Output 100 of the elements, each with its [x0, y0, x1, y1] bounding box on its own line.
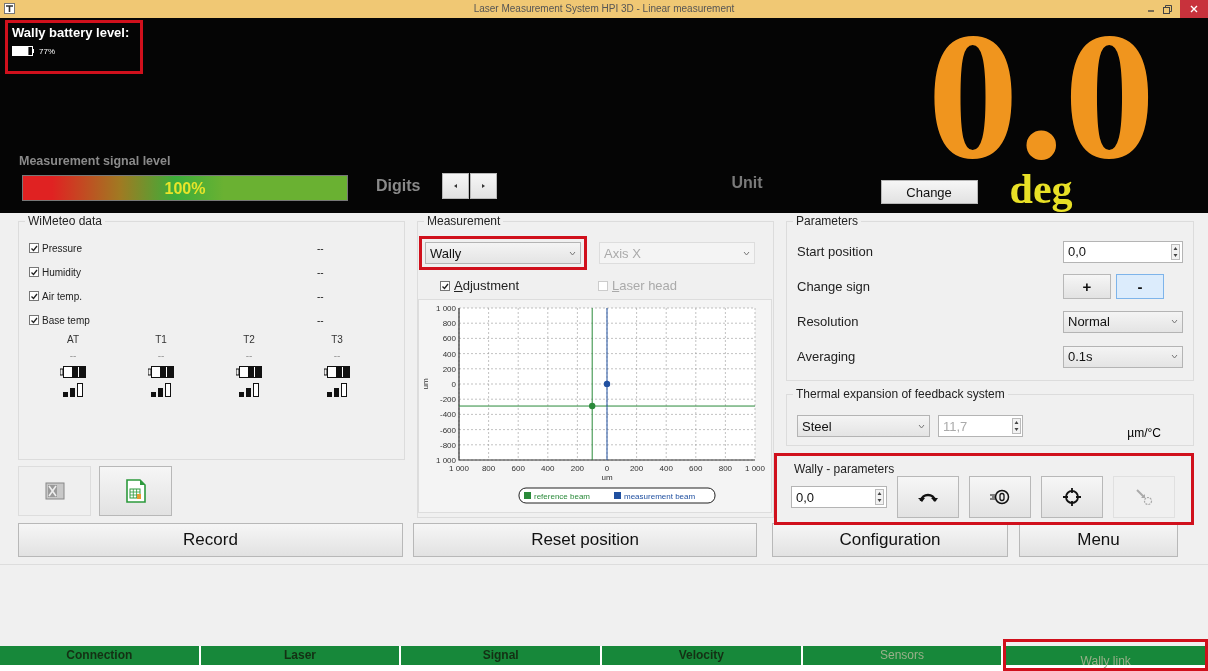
battery-label: Wally battery level: — [12, 25, 131, 40]
axis-tick-label: 200 — [629, 464, 644, 473]
digits-label: Digits — [376, 177, 421, 195]
sensor-value: -- — [157, 350, 165, 361]
action-button[interactable]: Menu — [1019, 523, 1178, 557]
measurement-value: 0.0 — [927, 26, 1156, 168]
checkbox[interactable] — [440, 280, 450, 291]
axis-tick-label: 0 — [604, 464, 610, 473]
action-button[interactable]: Reset position — [413, 523, 757, 557]
tool-button[interactable] — [969, 476, 1031, 518]
axis-tick-label: 1 000 — [435, 304, 456, 313]
tool-button[interactable] — [897, 476, 959, 518]
right-arrow-icon — [481, 183, 487, 189]
signal-level-label: Measurement signal level — [19, 154, 172, 168]
axis-tick-label: -400 — [440, 410, 456, 420]
action-button[interactable]: Configuration — [772, 523, 1008, 557]
battery-icon — [12, 46, 34, 56]
axis-tick-label: 200 — [570, 464, 585, 473]
tool-button[interactable] — [1041, 476, 1103, 518]
change-unit-button[interactable]: Change — [880, 180, 978, 204]
checkbox[interactable] — [29, 267, 39, 277]
signal-percentage: 100% — [164, 180, 206, 198]
action-button[interactable]: Record — [18, 523, 403, 557]
axis-tick-label: 1 000 — [745, 464, 765, 473]
signal-strength-icon — [63, 383, 83, 397]
dropdown[interactable]: 0.1s — [1063, 345, 1183, 368]
legend-label: measurement beam — [624, 491, 696, 501]
checkbox-label: Base temp — [42, 314, 91, 326]
battery-icon — [324, 366, 350, 378]
axis-tick-label: 800 — [442, 319, 456, 329]
parameter-label: Start position — [797, 244, 873, 259]
unit-label: µm/°C — [1127, 426, 1161, 440]
axis-tick-label: 600 — [511, 464, 525, 473]
dropdown-caret-icon — [1171, 354, 1178, 359]
status-indicator: Wally link — [1003, 639, 1208, 671]
battery-icon — [236, 366, 262, 378]
unit-label: Unit — [731, 174, 763, 192]
checkbox[interactable] — [29, 291, 39, 301]
axis-tick-label: 400 — [541, 464, 555, 473]
dropdown-caret-icon — [918, 423, 925, 429]
signal-strength-icon — [327, 383, 347, 397]
group-title: WiMeteo data — [25, 214, 106, 228]
close-icon — [1190, 5, 1198, 13]
sensor-value: -- — [69, 350, 77, 361]
close-button[interactable] — [1180, 0, 1208, 18]
axis-tick-label: 400 — [659, 464, 673, 473]
curved-arrow-icon — [918, 491, 938, 503]
restore-icon[interactable] — [1163, 4, 1172, 14]
reading-value: -- — [317, 242, 324, 254]
dropdown-caret-icon — [569, 250, 576, 256]
sensor-label: AT — [66, 334, 79, 345]
checkbox[interactable] — [29, 315, 39, 325]
checkbox-label: Air temp. — [42, 290, 83, 302]
decrease-digits-button[interactable] — [442, 173, 470, 199]
spinner-icon[interactable] — [1171, 243, 1180, 260]
dropdown-caret-icon — [743, 250, 750, 256]
x-axis-label: um — [601, 473, 613, 482]
axis-tick-label: 600 — [442, 334, 456, 344]
unit-value: deg — [1009, 168, 1073, 210]
axis-tick-label: 800 — [481, 464, 496, 473]
left-arrow-icon — [453, 183, 459, 189]
material-dropdown[interactable]: Steel — [797, 415, 930, 437]
y-axis-label: um — [421, 378, 430, 390]
axis-tick-label: 800 — [718, 464, 733, 473]
sign-button[interactable]: - — [1116, 274, 1164, 299]
start-position-field[interactable]: 0,0 — [1063, 240, 1183, 263]
parameter-label: Averaging — [797, 349, 856, 364]
spreadsheet-icon — [125, 479, 146, 503]
checkbox[interactable] — [29, 243, 39, 253]
checkbox-label: Humidity — [42, 266, 82, 278]
dropdown-caret-icon — [1171, 319, 1178, 324]
spinner-icon[interactable] — [875, 489, 884, 505]
app-icon — [4, 3, 15, 14]
parameter-label: Resolution — [797, 314, 859, 329]
crosshair-icon — [1063, 488, 1081, 506]
reading-value: -- — [317, 314, 324, 326]
axis-tick-label: -600 — [440, 425, 456, 435]
reading-value: -- — [317, 290, 324, 302]
sign-button[interactable]: + — [1063, 274, 1111, 299]
mode-dropdown[interactable]: Wally — [425, 242, 581, 264]
group-title: Parameters — [793, 214, 862, 228]
battery-percentage: 77% — [39, 46, 55, 56]
zero-reset-icon — [990, 489, 1010, 505]
increase-digits-button[interactable] — [470, 173, 498, 199]
group-title: Measurement — [424, 214, 504, 228]
legend-label: reference beam — [534, 491, 591, 501]
window-title: Laser Measurement System HPI 3D - Linear measurement — [473, 3, 735, 14]
checkbox-label: Pressure — [42, 242, 83, 254]
signal-strength-icon — [151, 383, 171, 397]
export-button[interactable] — [99, 466, 172, 516]
wally-value-field[interactable]: 0,0 — [791, 486, 887, 508]
checkbox-label: Laser head — [612, 278, 678, 293]
axis-tick-label: 1 000 — [449, 464, 469, 473]
sensor-label: T3 — [331, 334, 343, 345]
parameter-label: Change sign — [797, 279, 870, 294]
dropdown[interactable]: Normal — [1063, 310, 1183, 333]
probe-icon — [1135, 488, 1153, 506]
group-title: Thermal expansion of feedback system — [793, 387, 1008, 401]
sensor-value: -- — [333, 350, 341, 361]
sensor-label: T1 — [155, 334, 167, 345]
